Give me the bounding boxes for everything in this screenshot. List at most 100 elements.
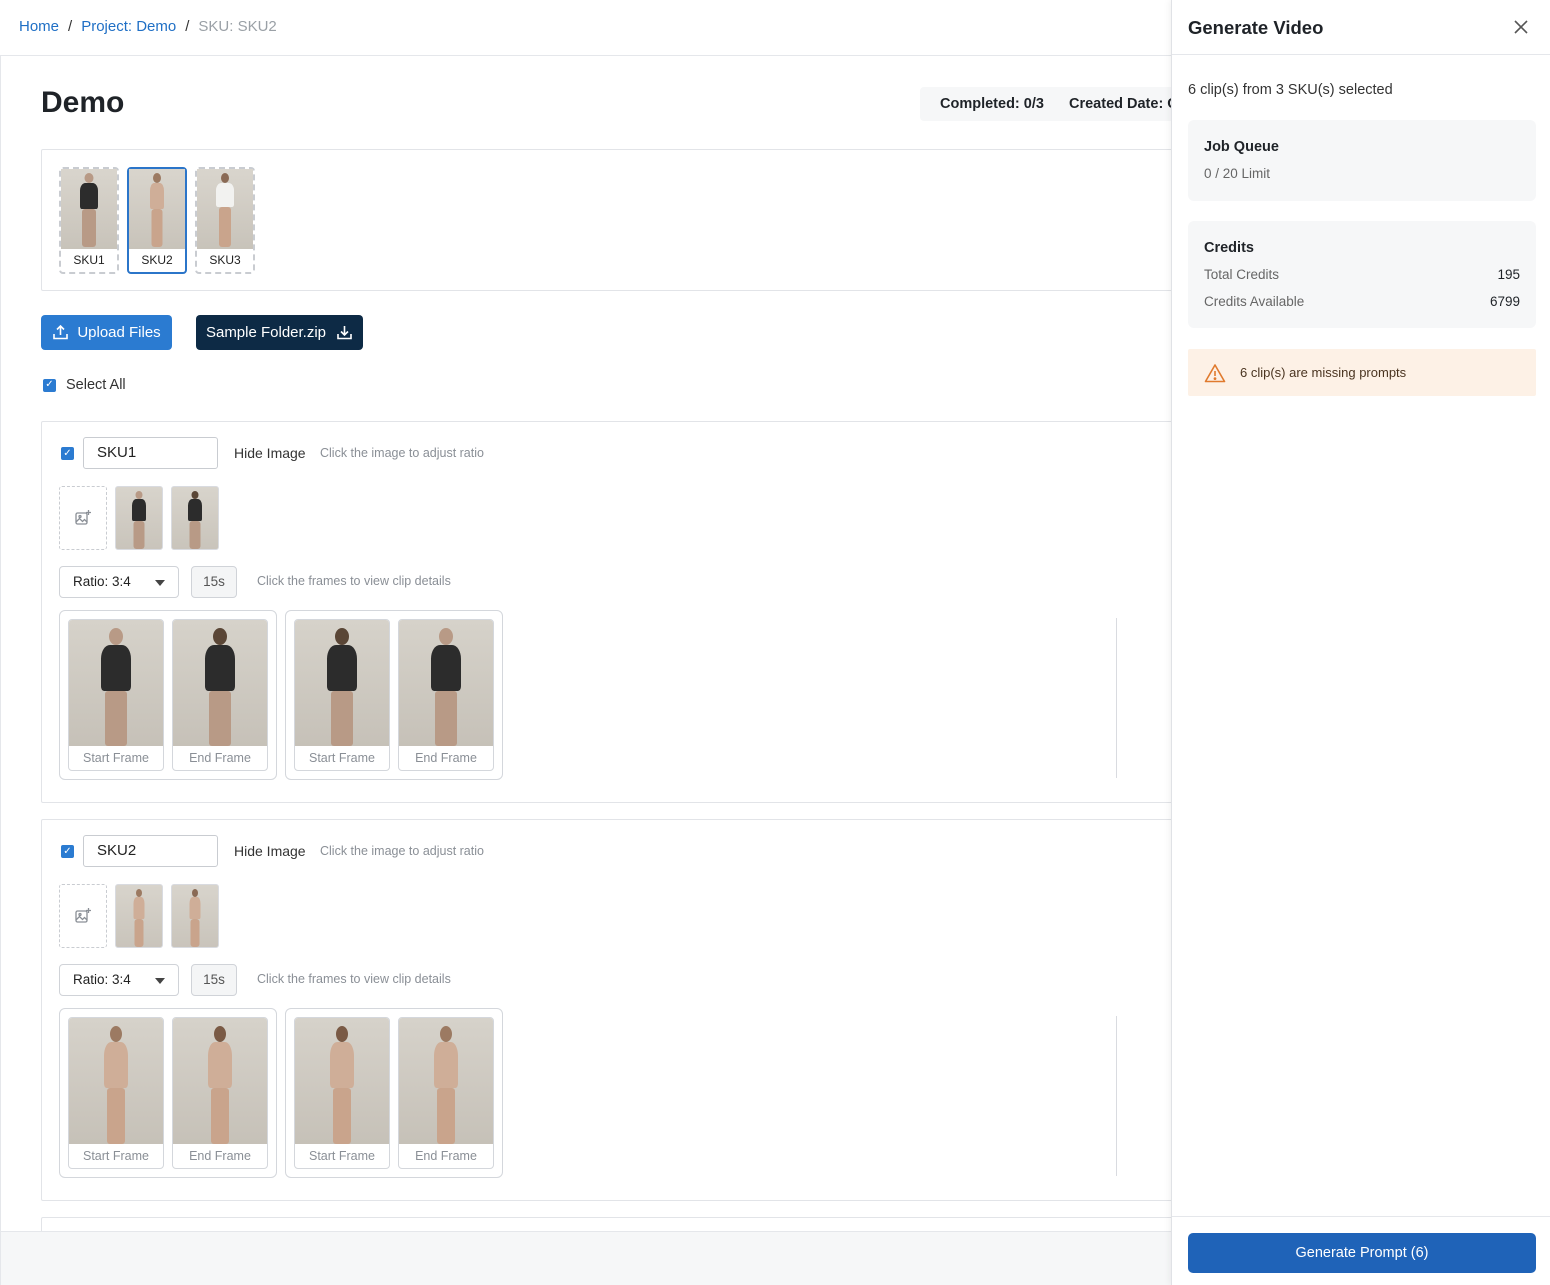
warning-icon	[1204, 363, 1226, 382]
end-frame[interactable]: End Frame	[398, 619, 494, 771]
divider	[1116, 1016, 1117, 1176]
add-image-icon	[75, 908, 91, 923]
ratio-select[interactable]: Ratio: 3:4	[59, 566, 179, 598]
total-credits-value: 195	[1497, 267, 1520, 282]
clip-card[interactable]: Start Frame End Frame	[59, 1008, 277, 1178]
start-frame[interactable]: Start Frame	[68, 619, 164, 771]
ratio-select[interactable]: Ratio: 3:4	[59, 964, 179, 996]
ratio-select-value: Ratio: 3:4	[73, 972, 131, 987]
sku-source-image[interactable]	[171, 884, 219, 948]
job-queue-heading: Job Queue	[1204, 139, 1279, 155]
clip-card[interactable]: Start Frame End Frame	[59, 610, 277, 780]
generate-video-panel: Generate Video 6 clip(s) from 3 SKU(s) s…	[1171, 0, 1550, 1285]
missing-prompts-text: 6 clip(s) are missing prompts	[1240, 365, 1407, 380]
sku-card-1: ✓ SKU1 Hide Image Click the image to adj…	[41, 421, 1171, 803]
divider	[1116, 618, 1117, 778]
credits-available-label: Credits Available	[1204, 294, 1305, 309]
close-icon[interactable]	[1511, 17, 1531, 37]
job-queue-limit-row: 0 / 20 Limit	[1204, 166, 1520, 181]
frames-hint: Click the frames to view clip details	[257, 574, 451, 588]
frame-image	[69, 1018, 163, 1144]
end-frame[interactable]: End Frame	[398, 1017, 494, 1169]
total-credits-row: Total Credits 195	[1204, 267, 1520, 282]
credits-available-row: Credits Available 6799	[1204, 294, 1520, 309]
download-icon	[337, 326, 352, 340]
start-frame-label: Start Frame	[83, 751, 149, 765]
start-frame-label: Start Frame	[309, 751, 375, 765]
chevron-down-icon	[155, 978, 165, 984]
sku-source-image[interactable]	[115, 884, 163, 948]
breadcrumb-separator: /	[185, 18, 190, 35]
sku-thumb-2[interactable]: SKU2	[127, 167, 187, 274]
panel-title: Generate Video	[1188, 17, 1324, 38]
sku-thumb-label: SKU3	[209, 253, 241, 267]
add-image-button[interactable]	[59, 884, 107, 948]
credits-available-value: 6799	[1489, 294, 1520, 309]
sku-thumb-1[interactable]: SKU1	[59, 167, 119, 274]
clip-card[interactable]: Start Frame End Frame	[285, 610, 503, 780]
hide-image-toggle[interactable]: Hide Image	[234, 445, 306, 461]
sku-thumb-image	[61, 169, 117, 249]
sku-source-image[interactable]	[115, 486, 163, 550]
breadcrumb-home[interactable]: Home	[19, 18, 59, 35]
generate-prompt-button[interactable]: Generate Prompt (6)	[1188, 1233, 1536, 1273]
selection-summary: 6 clip(s) from 3 SKU(s) selected	[1188, 82, 1393, 98]
bottom-bar	[1, 1231, 1171, 1285]
add-image-button[interactable]	[59, 486, 107, 550]
end-frame-label: End Frame	[189, 751, 251, 765]
panel-header: Generate Video	[1172, 0, 1550, 55]
add-image-icon	[75, 510, 91, 525]
sku-thumb-image	[129, 169, 185, 249]
frame-image	[295, 1018, 389, 1144]
clip-card[interactable]: Start Frame End Frame	[285, 1008, 503, 1178]
hide-image-toggle[interactable]: Hide Image	[234, 843, 306, 859]
breadcrumb: Home / Project: Demo / SKU: SKU2	[19, 18, 277, 35]
ratio-select-value: Ratio: 3:4	[73, 574, 131, 589]
sku-thumb-label: SKU1	[73, 253, 105, 267]
start-frame-label: Start Frame	[309, 1149, 375, 1163]
frame-image	[173, 620, 267, 746]
credits-heading: Credits	[1204, 240, 1254, 256]
sku-card-checkbox[interactable]: ✓	[61, 447, 74, 460]
frame-image	[399, 620, 493, 746]
chevron-down-icon	[155, 580, 165, 586]
frame-image	[399, 1018, 493, 1144]
end-frame-label: End Frame	[189, 1149, 251, 1163]
select-all-checkbox[interactable]: ✓ Select All	[43, 377, 126, 393]
start-frame[interactable]: Start Frame	[294, 619, 390, 771]
panel-footer: Generate Prompt (6)	[1172, 1216, 1550, 1285]
sku-thumbnail-strip: SKU1 SKU2 SKU3	[41, 149, 1171, 291]
credits-box: Credits Total Credits 195 Credits Availa…	[1188, 221, 1536, 328]
page-title: Demo	[41, 86, 125, 119]
total-credits-label: Total Credits	[1204, 267, 1280, 282]
upload-files-label: Upload Files	[77, 324, 161, 341]
project-stats: Completed: 0/3 Created Date: C	[920, 87, 1171, 121]
select-all-label: Select All	[66, 377, 126, 393]
breadcrumb-current: SKU: SKU2	[198, 18, 277, 35]
end-frame[interactable]: End Frame	[172, 619, 268, 771]
sku-source-image[interactable]	[171, 486, 219, 550]
start-frame-label: Start Frame	[83, 1149, 149, 1163]
sku-card-checkbox[interactable]: ✓	[61, 845, 74, 858]
missing-prompts-alert: 6 clip(s) are missing prompts	[1188, 349, 1536, 396]
ratio-hint: Click the image to adjust ratio	[320, 446, 484, 460]
upload-icon	[53, 324, 69, 340]
created-date: Created Date: C	[1069, 96, 1171, 112]
sample-folder-download-button[interactable]: Sample Folder.zip	[196, 315, 363, 350]
start-frame[interactable]: Start Frame	[68, 1017, 164, 1169]
completed-count: Completed: 0/3	[940, 96, 1044, 112]
breadcrumb-project[interactable]: Project: Demo	[81, 18, 176, 35]
job-queue-limit: 0 / 20 Limit	[1204, 166, 1271, 181]
sku-name-input[interactable]: SKU1	[83, 437, 218, 469]
sku-thumb-label: SKU2	[141, 253, 173, 267]
upload-files-button[interactable]: Upload Files	[41, 315, 172, 350]
sample-folder-label: Sample Folder.zip	[205, 324, 327, 341]
frame-image	[173, 1018, 267, 1144]
sku-thumb-3[interactable]: SKU3	[195, 167, 255, 274]
sku-name-input[interactable]: SKU2	[83, 835, 218, 867]
sku-thumb-image	[197, 169, 253, 249]
start-frame[interactable]: Start Frame	[294, 1017, 390, 1169]
duration-badge: 15s	[191, 566, 237, 598]
check-icon: ✓	[43, 378, 56, 392]
end-frame[interactable]: End Frame	[172, 1017, 268, 1169]
